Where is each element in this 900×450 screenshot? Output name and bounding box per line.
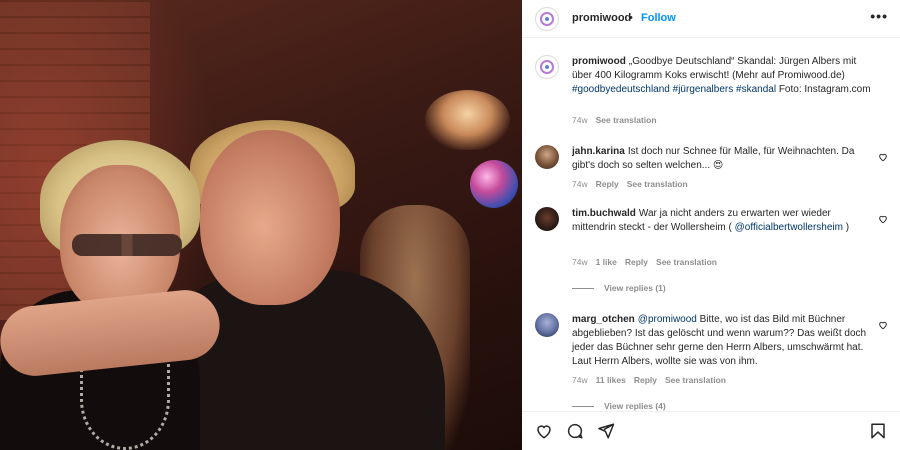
comment-item: jahn.karina Ist doch nur Schnee für Malle… [535,145,890,201]
reply-button[interactable]: Reply [634,375,657,385]
instagram-post: promiwood • Follow ••• promiwood „Goodbye… [0,0,900,450]
action-bar [522,411,900,450]
post-header: promiwood • Follow ••• [522,0,900,38]
chandelier [425,90,510,150]
view-replies-label: View replies (1) [604,283,666,293]
separator-dot: • [629,12,633,24]
comment-meta: 74w 11 likes Reply See translation [572,375,734,385]
comment-username[interactable]: jahn.karina [572,146,625,157]
avatar-logo [540,60,554,74]
reply-line [572,405,594,407]
reply-button[interactable]: Reply [625,257,648,267]
comment-time[interactable]: 74w [572,257,588,267]
comment-username[interactable]: marg_otchen [572,314,635,325]
small-heart-icon[interactable] [878,214,888,227]
author-username[interactable]: promiwood [572,12,631,24]
comment-time[interactable]: 74w [572,179,588,189]
reply-line [572,287,594,289]
caption-username[interactable]: promiwood [572,56,626,67]
more-horizontal-icon[interactable]: ••• [870,8,888,24]
avatar[interactable] [535,7,559,31]
view-replies-button[interactable]: View replies (1) [572,283,666,293]
small-heart-icon[interactable] [878,152,888,165]
see-translation-button[interactable]: See translation [627,179,688,189]
emoji: 😍 [712,160,724,171]
caption-text: promiwood „Goodbye Deutschland“ Skandal: … [572,55,877,97]
caption-hashtags[interactable]: #goodbyedeutschland #jürgenalbers #skand… [572,84,776,95]
comment-text: jahn.karina Ist doch nur Schnee für Malle… [572,145,877,173]
comment-icon[interactable] [566,422,584,440]
caption-time[interactable]: 74w [572,115,588,125]
avatar[interactable] [535,207,559,231]
heart-icon[interactable] [535,422,553,440]
likes-count[interactable]: 11 likes [596,375,626,385]
caption-avatar[interactable] [535,55,559,79]
reply-button[interactable]: Reply [596,179,619,189]
post-photo[interactable] [0,0,522,450]
man-face [200,130,340,305]
send-icon[interactable] [597,422,615,440]
view-replies-label: View replies (4) [604,401,666,411]
caption-credit: Foto: Instagram.com [776,84,871,95]
comment-text: marg_otchen @promiwood Bitte, wo ist das … [572,313,877,369]
comment-meta: 74w Reply See translation [572,179,696,189]
mention-link[interactable]: @promiwood [638,314,697,325]
avatar-logo [540,12,554,26]
likes-count[interactable]: 1 like [596,257,617,267]
see-translation-button[interactable]: See translation [665,375,726,385]
view-replies-button[interactable]: View replies (4) [572,401,666,411]
disco-light [470,160,518,208]
mention-link[interactable]: @officialbertwollersheim [735,222,843,233]
comment-meta: 74w 1 like Reply See translation [572,257,725,267]
avatar[interactable] [535,313,559,337]
see-translation-button[interactable]: See translation [656,257,717,267]
see-translation-button[interactable]: See translation [596,115,657,125]
small-heart-icon[interactable] [878,320,888,333]
comment-item: tim.buchwald War ja nicht anders zu erwar… [535,207,890,297]
sunglasses [72,234,182,256]
follow-button[interactable]: Follow [641,12,676,24]
comment-username[interactable]: tim.buchwald [572,208,636,219]
post-caption: promiwood „Goodbye Deutschland“ Skandal: … [535,55,890,135]
avatar[interactable] [535,145,559,169]
comments-section[interactable]: promiwood „Goodbye Deutschland“ Skandal: … [522,39,900,411]
post-side-panel: promiwood • Follow ••• promiwood „Goodbye… [522,0,900,450]
comment-body-end: ) [842,222,850,233]
comment-time[interactable]: 74w [572,375,588,385]
comment-text: tim.buchwald War ja nicht anders zu erwar… [572,207,877,235]
bookmark-icon[interactable] [869,422,887,440]
comment-item: marg_otchen @promiwood Bitte, wo ist das … [535,313,890,411]
caption-meta: 74w See translation [572,115,665,125]
